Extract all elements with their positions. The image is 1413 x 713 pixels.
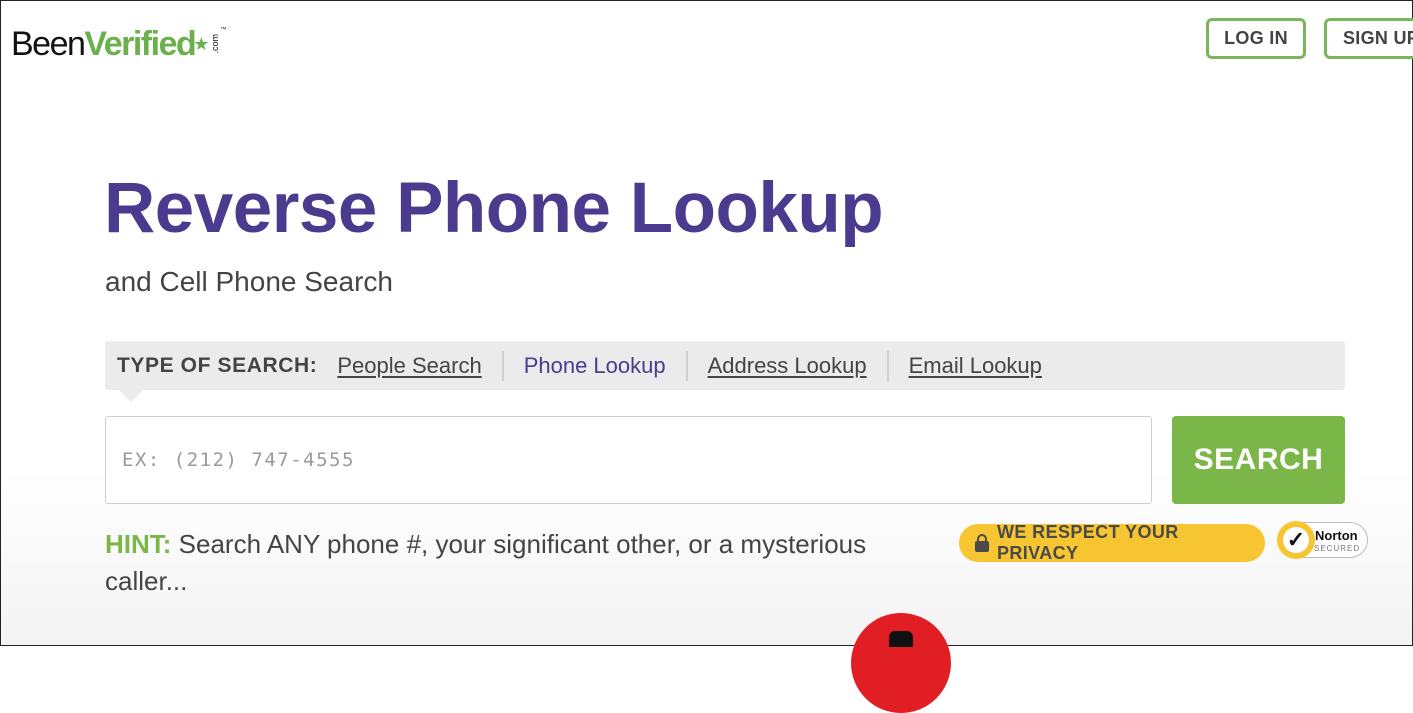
- norton-checkmark-icon: ✓: [1277, 521, 1315, 559]
- phone-search-input[interactable]: [105, 416, 1152, 504]
- login-button[interactable]: LOG IN: [1206, 18, 1306, 59]
- beenverified-logo[interactable]: Been Verified ★ .com ™: [11, 24, 226, 64]
- logo-star-icon: ★: [193, 34, 210, 54]
- logo-text-been: Been: [11, 25, 86, 63]
- logo-text-verified: Verified: [84, 25, 196, 63]
- tab-email-lookup[interactable]: Email Lookup: [886, 350, 1062, 381]
- search-hint: HINT: Search ANY phone #, your significa…: [105, 526, 925, 600]
- hint-label: HINT:: [105, 529, 172, 559]
- lock-icon: [975, 534, 989, 552]
- detective-illustration: [851, 613, 951, 713]
- search-type-bar: TYPE OF SEARCH: People Search Phone Look…: [105, 341, 1345, 402]
- tab-people-search[interactable]: People Search: [337, 351, 501, 381]
- logo-trademark: ™: [220, 27, 227, 33]
- tab-address-lookup[interactable]: Address Lookup: [685, 350, 887, 381]
- signup-button[interactable]: SIGN UP: [1324, 18, 1413, 59]
- page-title: Reverse Phone Lookup: [104, 169, 884, 248]
- detective-hat-icon: [889, 631, 913, 647]
- page-subtitle: and Cell Phone Search: [105, 266, 393, 297]
- norton-secured-badge[interactable]: ✓ Norton SECURED: [1277, 521, 1368, 559]
- tab-phone-lookup[interactable]: Phone Lookup: [501, 350, 686, 381]
- norton-name: Norton: [1315, 528, 1358, 543]
- privacy-badge: WE RESPECT YOUR PRIVACY: [959, 522, 1265, 563]
- search-button[interactable]: SEARCH: [1172, 416, 1345, 504]
- norton-secured-text: SECURED: [1314, 544, 1361, 553]
- logo-dotcom: .com: [210, 34, 221, 54]
- privacy-badge-text: WE RESPECT YOUR PRIVACY: [996, 522, 1179, 563]
- search-type-label: TYPE OF SEARCH:: [117, 353, 318, 377]
- hint-text: Search ANY phone #, your significant oth…: [105, 529, 867, 596]
